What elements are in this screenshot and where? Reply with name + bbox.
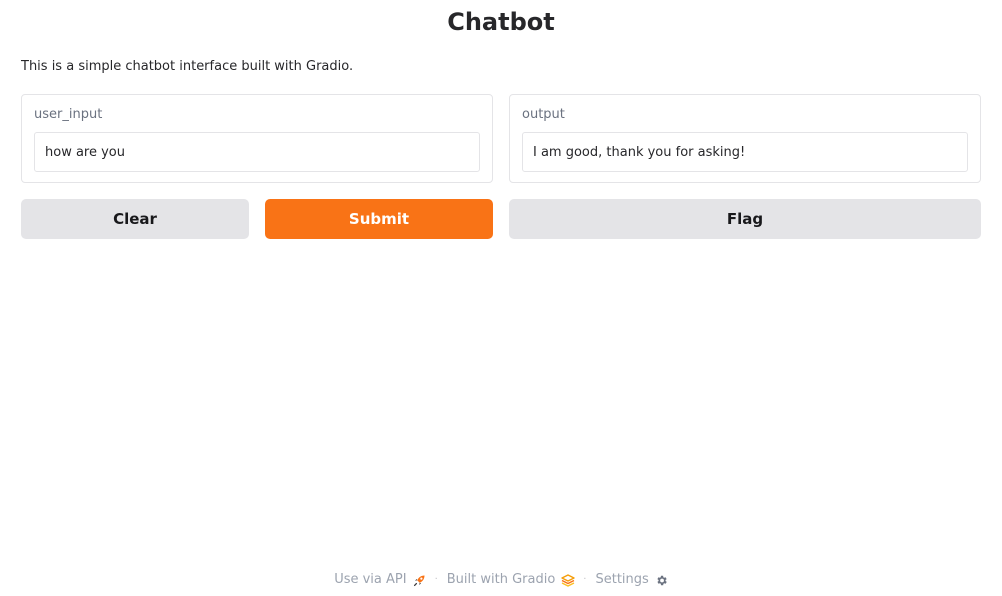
rocket-icon — [413, 574, 426, 587]
user-input-field[interactable] — [34, 132, 480, 172]
flag-button[interactable]: Flag — [509, 199, 981, 239]
built-with-gradio-link[interactable]: Built with Gradio — [447, 570, 575, 590]
use-via-api-link[interactable]: Use via API — [334, 570, 425, 590]
page-title: Chatbot — [447, 8, 555, 36]
footer: Use via API · Built with Gradio · Settin… — [0, 570, 1002, 590]
settings-link[interactable]: Settings — [595, 570, 667, 590]
use-via-api-label: Use via API — [334, 572, 407, 587]
page-description: This is a simple chatbot interface built… — [21, 59, 354, 74]
built-with-gradio-label: Built with Gradio — [446, 572, 556, 587]
submit-button[interactable]: Submit — [265, 199, 493, 239]
footer-separator: · — [434, 574, 438, 585]
user-input-panel: user_input — [21, 94, 493, 183]
footer-separator: · — [583, 574, 587, 585]
gear-icon — [655, 574, 668, 587]
clear-button[interactable]: Clear — [21, 199, 249, 239]
output-panel: output — [509, 94, 981, 183]
output-label: output — [522, 107, 565, 122]
gradio-logo-icon — [561, 573, 575, 587]
gradio-app: Chatbot This is a simple chatbot interfa… — [0, 0, 1002, 596]
settings-label: Settings — [595, 572, 649, 587]
output-field[interactable] — [522, 132, 968, 172]
user-input-label: user_input — [34, 107, 103, 122]
